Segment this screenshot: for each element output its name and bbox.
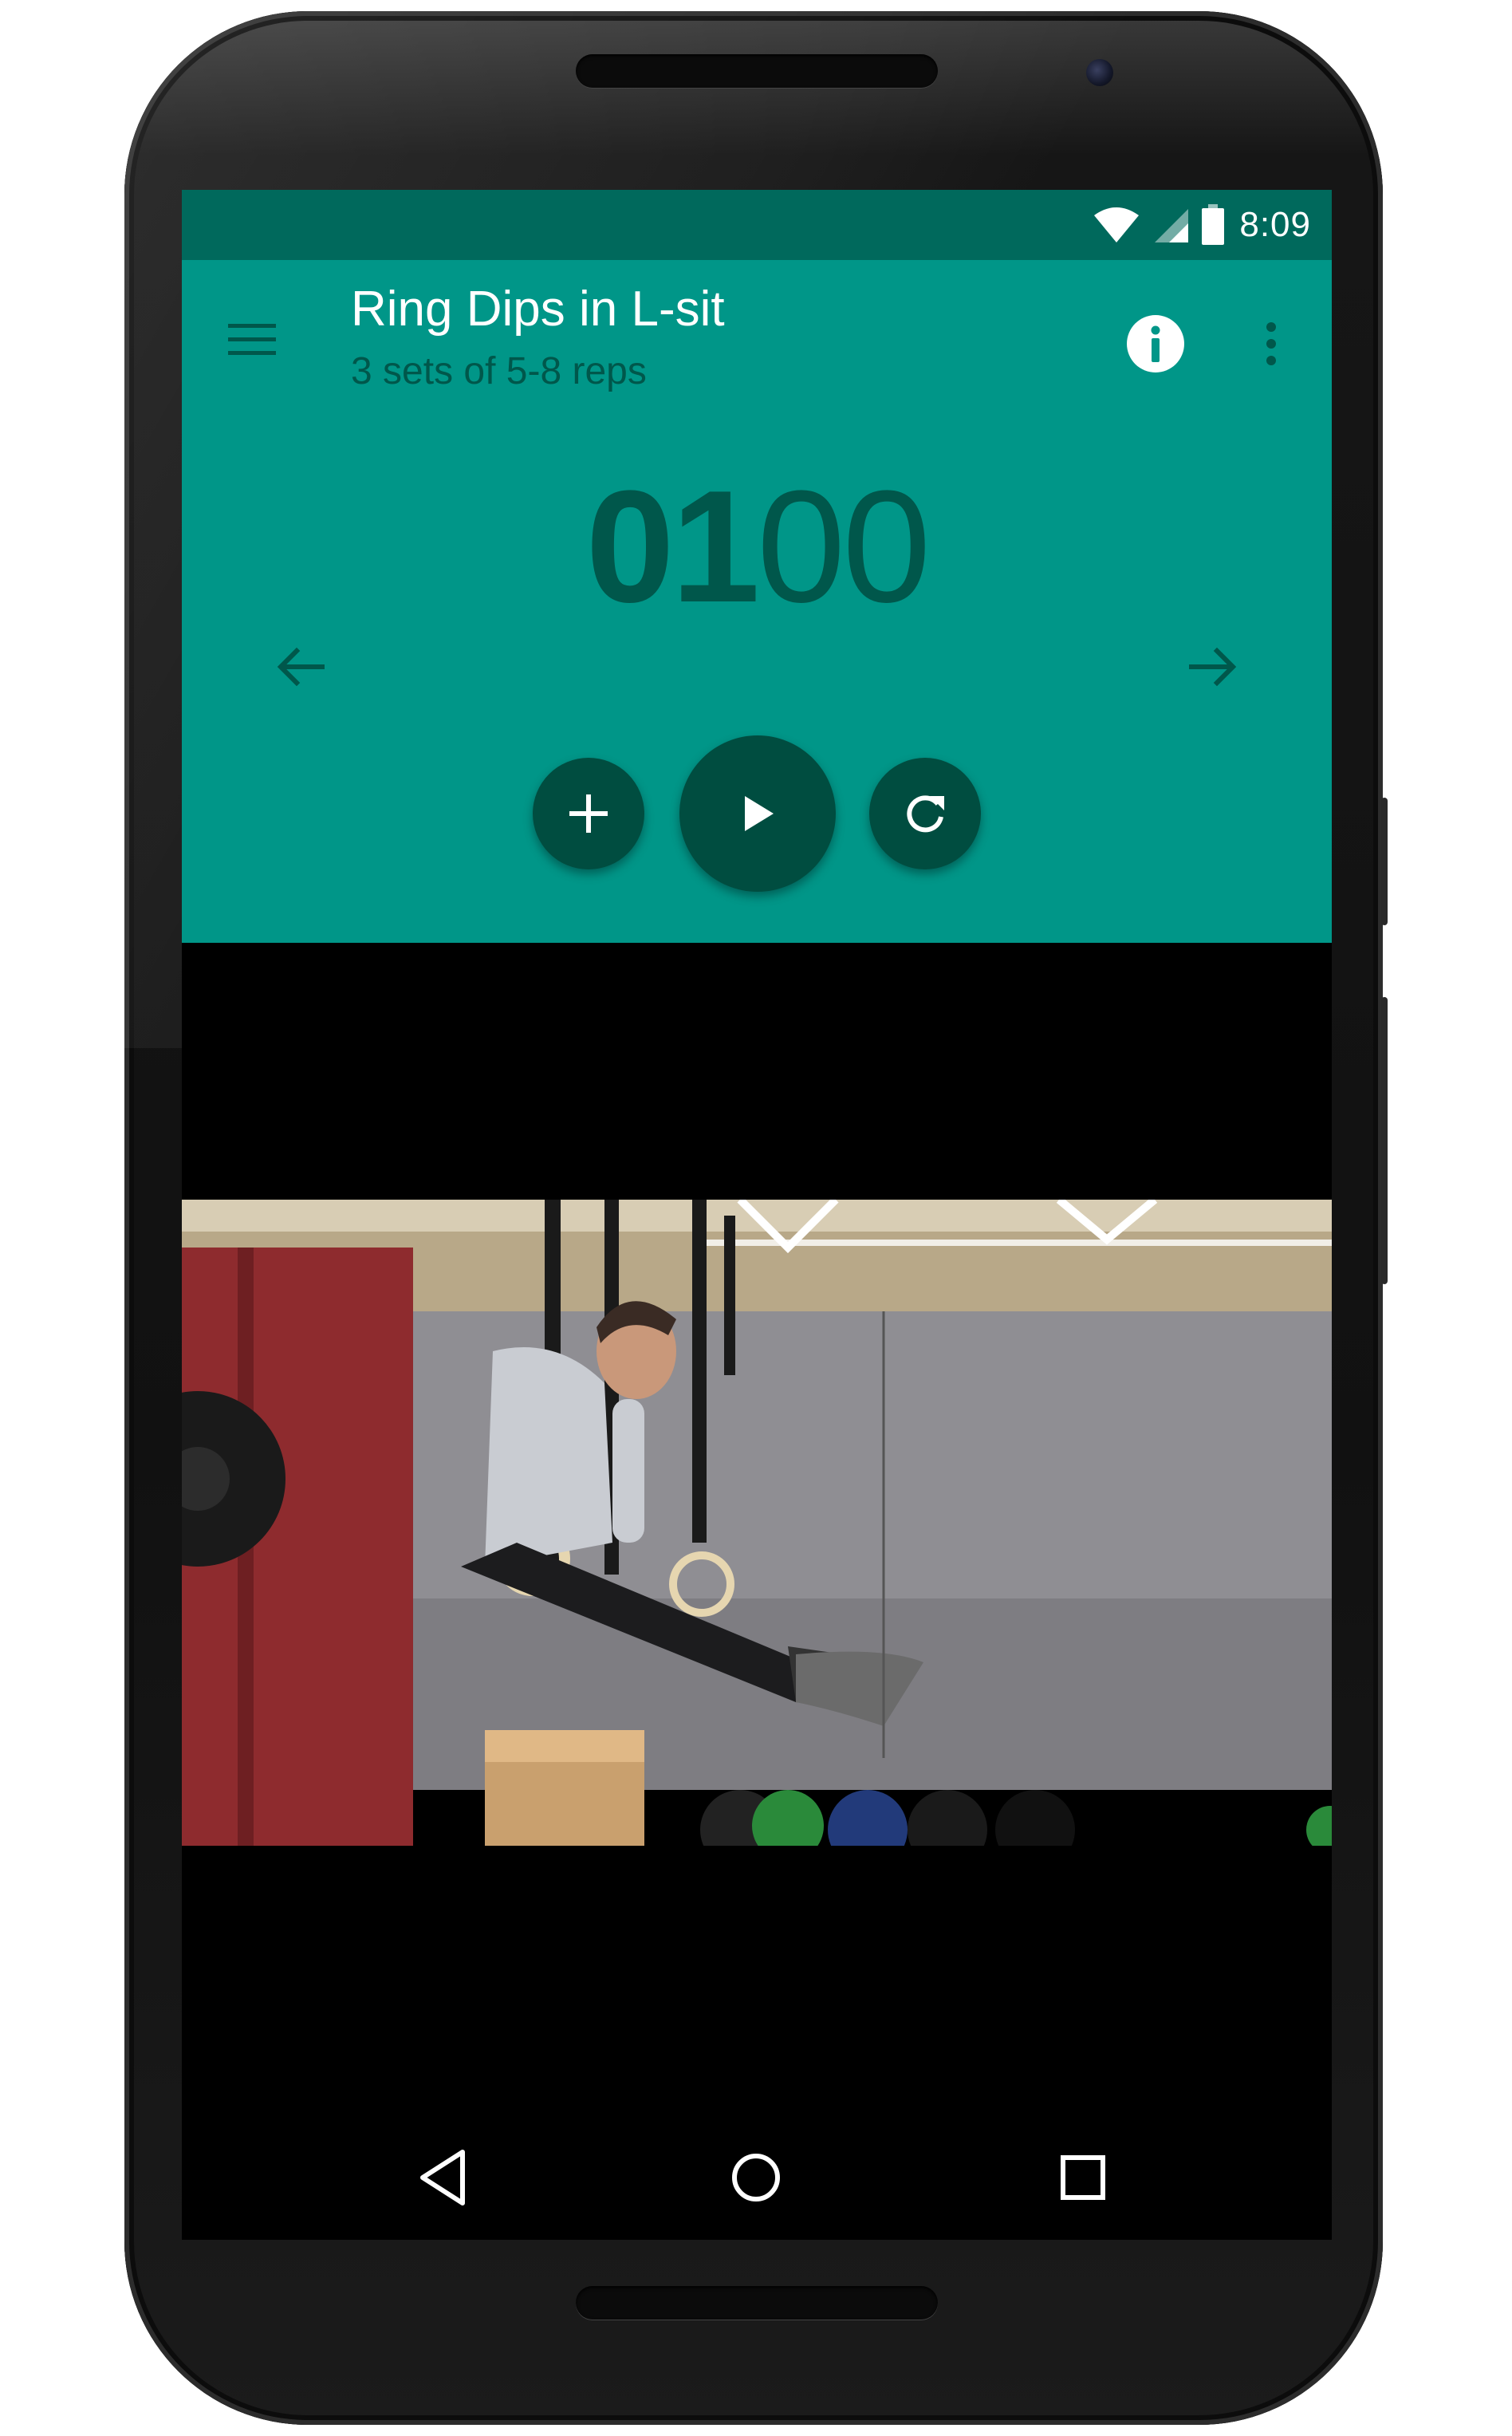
exercise-demo-image	[182, 1200, 1332, 1846]
top-speaker	[576, 54, 938, 88]
cell-signal-icon	[1155, 209, 1189, 242]
arrow-back-icon[interactable]	[270, 635, 333, 699]
refresh-icon	[907, 795, 944, 833]
arrow-forward-icon[interactable]	[1180, 635, 1244, 699]
home-icon[interactable]	[716, 2138, 796, 2217]
menu-icon[interactable]	[223, 311, 281, 369]
phone-screen: 8:09 Ring Dips in L-sit 3 sets of 5-8 re…	[182, 190, 1332, 2240]
recents-icon[interactable]	[1043, 2138, 1123, 2217]
add-time-button[interactable]	[533, 758, 644, 869]
countdown-timer: 0100	[182, 467, 1332, 627]
status-icons	[1093, 204, 1225, 246]
front-camera	[1086, 59, 1113, 86]
timer-panel: Ring Dips in L-sit 3 sets of 5-8 reps 01…	[182, 260, 1332, 943]
exercise-title: Ring Dips in L-sit	[351, 282, 725, 337]
play-icon	[745, 796, 774, 831]
battery-icon	[1202, 204, 1225, 245]
play-button[interactable]	[679, 735, 836, 892]
bottom-speaker	[576, 2286, 938, 2320]
back-icon[interactable]	[405, 2138, 485, 2217]
volume-rocker	[1381, 997, 1388, 1284]
timer-minutes: 01	[585, 458, 760, 636]
exercise-subtitle: 3 sets of 5-8 reps	[351, 350, 647, 392]
status-bar: 8:09	[182, 190, 1332, 260]
add-icon	[569, 794, 608, 833]
status-time: 8:09	[1239, 205, 1311, 244]
wifi-icon	[1094, 207, 1140, 242]
power-button	[1381, 798, 1388, 925]
system-nav-bar	[182, 2119, 1332, 2240]
reset-button[interactable]	[869, 758, 981, 869]
info-icon[interactable]	[1121, 309, 1190, 378]
more-vert-icon[interactable]	[1247, 309, 1295, 378]
timer-seconds: 00	[757, 458, 931, 636]
